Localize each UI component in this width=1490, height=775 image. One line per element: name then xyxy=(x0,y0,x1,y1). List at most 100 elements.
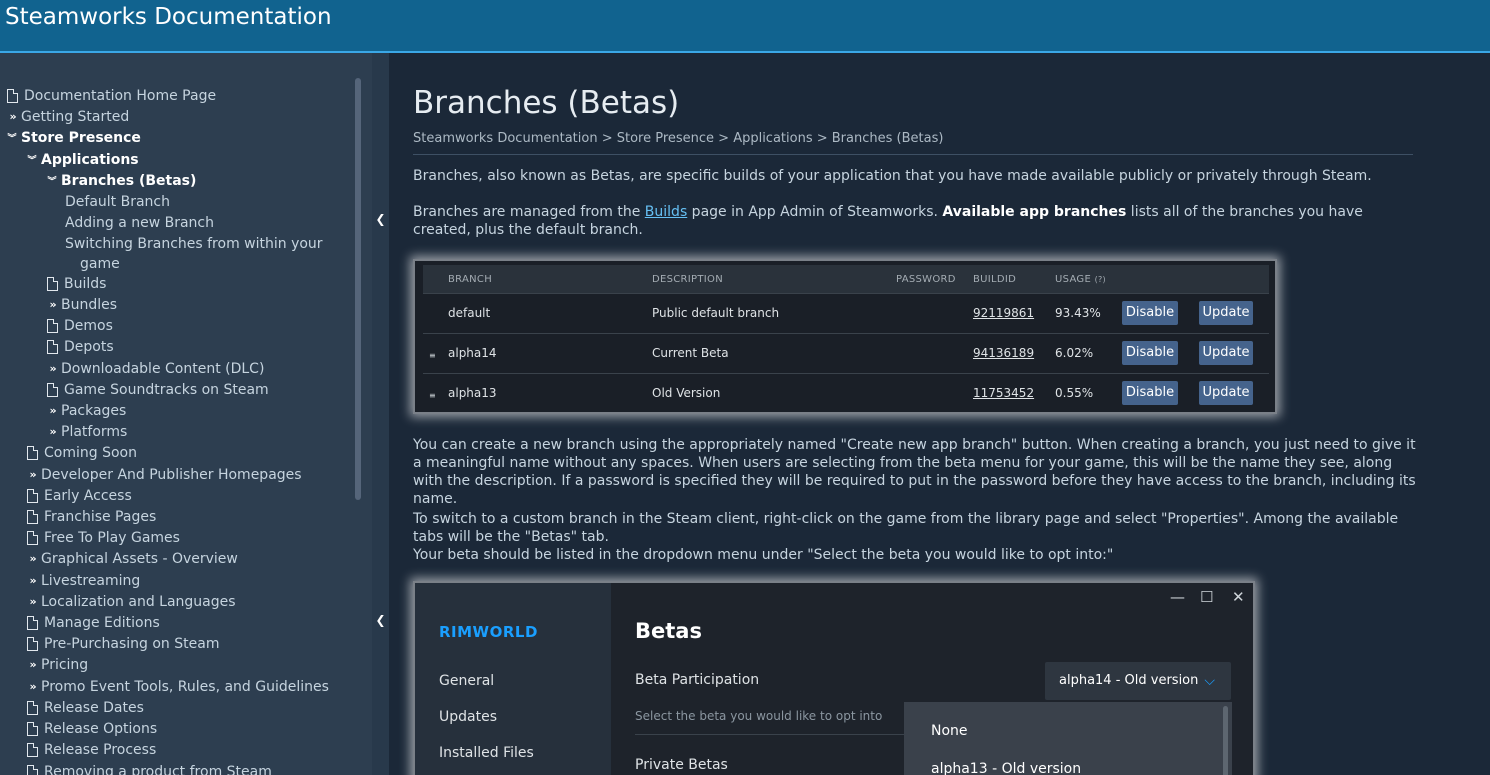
chevron-right-icon: » xyxy=(29,574,36,587)
sidebar-item-label: Depots xyxy=(64,338,114,355)
update-button[interactable]: Update xyxy=(1199,301,1253,325)
sidebar-item[interactable]: » Downloadable Content (DLC) xyxy=(45,358,264,379)
sidebar-item[interactable]: » Packages xyxy=(45,400,126,421)
sidebar-scrollbar[interactable] xyxy=(355,78,361,500)
disable-button[interactable]: Disable xyxy=(1122,341,1178,365)
sidebar-item[interactable]: Franchise Pages xyxy=(25,506,156,527)
sidebar-item-label: Builds xyxy=(64,275,107,292)
create-branch-paragraph: You can create a new branch using the ap… xyxy=(413,437,1416,507)
tab-updates[interactable]: Updates xyxy=(439,709,497,725)
close-icon[interactable]: ✕ xyxy=(1232,588,1245,606)
sidebar-item[interactable]: » Promo Event Tools, Rules, and Guideline… xyxy=(25,676,329,697)
sidebar-item[interactable]: » Getting Started xyxy=(5,106,129,127)
build-id-link[interactable]: 92119861 xyxy=(973,306,1034,320)
sidebar-item[interactable]: » Platforms xyxy=(45,421,127,442)
builds-link[interactable]: Builds xyxy=(645,204,687,220)
sidebar-item[interactable]: » Livestreaming xyxy=(25,570,140,591)
sidebar-item[interactable]: Depots xyxy=(45,336,114,357)
sidebar-item-label: Coming Soon xyxy=(44,444,137,461)
sidebar-item[interactable]: Adding a new Branch xyxy=(65,212,214,233)
sidebar-item[interactable]: Early Access xyxy=(25,485,132,506)
build-id-link[interactable]: 94136189 xyxy=(973,346,1034,360)
sidebar-item[interactable]: Default Branch xyxy=(65,191,170,212)
sidebar-item[interactable]: Release Options xyxy=(25,718,157,739)
sidebar-item[interactable]: » Pricing xyxy=(25,654,88,675)
chevron-right-icon: » xyxy=(49,425,56,438)
sidebar-item-label: game xyxy=(80,255,120,272)
dropdown-scrollbar[interactable] xyxy=(1223,706,1228,775)
chevron-down-icon: ⌵ xyxy=(1204,673,1215,689)
disable-button[interactable]: Disable xyxy=(1122,301,1178,325)
update-button[interactable]: Update xyxy=(1199,341,1253,365)
chevron-right-icon: » xyxy=(49,404,56,417)
build-id-link[interactable]: 11753452 xyxy=(973,386,1034,400)
sidebar-item-label: Switching Branches from within your xyxy=(65,235,323,252)
beta-select[interactable]: alpha14 - Old version ⌵ xyxy=(1045,662,1231,700)
sidebar-item-label: Store Presence xyxy=(21,129,141,146)
sidebar-item-label: Pricing xyxy=(41,656,89,673)
sidebar-item-label: Applications xyxy=(41,151,139,168)
tab-installed-files[interactable]: Installed Files xyxy=(439,745,534,761)
sidebar-item[interactable]: Game Soundtracks on Steam xyxy=(45,379,269,400)
tab-general[interactable]: General xyxy=(439,673,494,689)
document-icon xyxy=(27,488,38,503)
sidebar-item[interactable]: Pre-Purchasing on Steam xyxy=(25,633,219,654)
sidebar-divider xyxy=(372,53,389,775)
sidebar-item-label: Livestreaming xyxy=(41,572,141,589)
sidebar-item-label: Packages xyxy=(61,402,127,419)
sidebar-item-label: Localization and Languages xyxy=(41,593,236,610)
switch-branch-paragraph: To switch to a custom branch in the Stea… xyxy=(413,511,1399,545)
dropdown-option-alpha13[interactable]: alpha13 - Old version xyxy=(931,761,1081,775)
sidebar-item[interactable]: game xyxy=(80,253,120,274)
sidebar-item[interactable]: ︾ Applications xyxy=(25,149,139,170)
sidebar-item-label: Manage Editions xyxy=(44,614,160,631)
sidebar-item[interactable]: » Bundles xyxy=(45,294,117,315)
chevron-right-icon: » xyxy=(29,680,36,693)
usage-value: 6.02% xyxy=(1055,346,1094,360)
dropdown-option-none[interactable]: None xyxy=(931,723,968,739)
sidebar-item[interactable]: » Developer And Publisher Homepages xyxy=(25,464,301,485)
sidebar-item[interactable]: Builds xyxy=(45,273,106,294)
usage-value: 93.43% xyxy=(1055,306,1101,320)
chevron-right-icon: » xyxy=(49,362,56,375)
collapse-sidebar-button-lower[interactable]: ❮ xyxy=(374,613,387,633)
sidebar-item[interactable]: Switching Branches from within your xyxy=(65,233,323,254)
usage-value: 0.55% xyxy=(1055,386,1094,400)
site-title[interactable]: Steamworks Documentation xyxy=(5,4,332,30)
drag-handle-icon[interactable]: ≡ xyxy=(429,391,436,400)
document-icon xyxy=(27,445,38,460)
sidebar-item[interactable]: Demos xyxy=(45,315,113,336)
sidebar-item[interactable]: » Localization and Languages xyxy=(25,591,236,612)
maximize-icon[interactable]: ☐ xyxy=(1200,588,1213,606)
document-icon xyxy=(27,700,38,715)
sidebar-item[interactable]: Manage Editions xyxy=(25,612,160,633)
document-icon xyxy=(27,764,38,775)
drag-handle-icon[interactable]: ≡ xyxy=(429,351,436,360)
chevron-right-icon: » xyxy=(9,110,16,123)
private-betas-label: Private Betas xyxy=(635,757,728,773)
sidebar-item[interactable]: Release Process xyxy=(25,739,156,760)
sidebar-item[interactable]: Free To Play Games xyxy=(25,527,180,548)
branches-table-screenshot: BRANCH DESCRIPTION PASSWORD BUILDID USAG… xyxy=(413,259,1277,414)
chevron-right-icon: » xyxy=(29,595,36,608)
minimize-icon[interactable]: — xyxy=(1170,588,1185,606)
branch-description: Old Version xyxy=(652,386,721,400)
update-button[interactable]: Update xyxy=(1199,381,1253,405)
sidebar-item[interactable]: » Graphical Assets - Overview xyxy=(25,548,237,569)
sidebar-item[interactable]: Documentation Home Page xyxy=(5,85,216,106)
sidebar-item[interactable]: ︾ Store Presence xyxy=(5,127,141,148)
sidebar-item-label: Release Dates xyxy=(44,699,144,716)
branch-name: alpha13 xyxy=(448,386,497,400)
top-bar: Steamworks Documentation xyxy=(0,0,1490,53)
document-icon xyxy=(47,382,58,397)
page-title: Branches (Betas) xyxy=(413,85,680,121)
document-icon xyxy=(47,318,58,333)
sidebar-item[interactable]: Release Dates xyxy=(25,697,144,718)
disable-button[interactable]: Disable xyxy=(1122,381,1178,405)
collapse-sidebar-button[interactable]: ❮ xyxy=(374,212,387,232)
sidebar-item[interactable]: Coming Soon xyxy=(25,442,137,463)
sidebar-item[interactable]: ︾ Branches (Betas) xyxy=(45,170,196,191)
dialog-separator xyxy=(635,734,935,735)
sidebar-item[interactable]: Removing a product from Steam xyxy=(25,761,272,775)
breadcrumb[interactable]: Steamworks Documentation > Store Presenc… xyxy=(413,131,943,146)
